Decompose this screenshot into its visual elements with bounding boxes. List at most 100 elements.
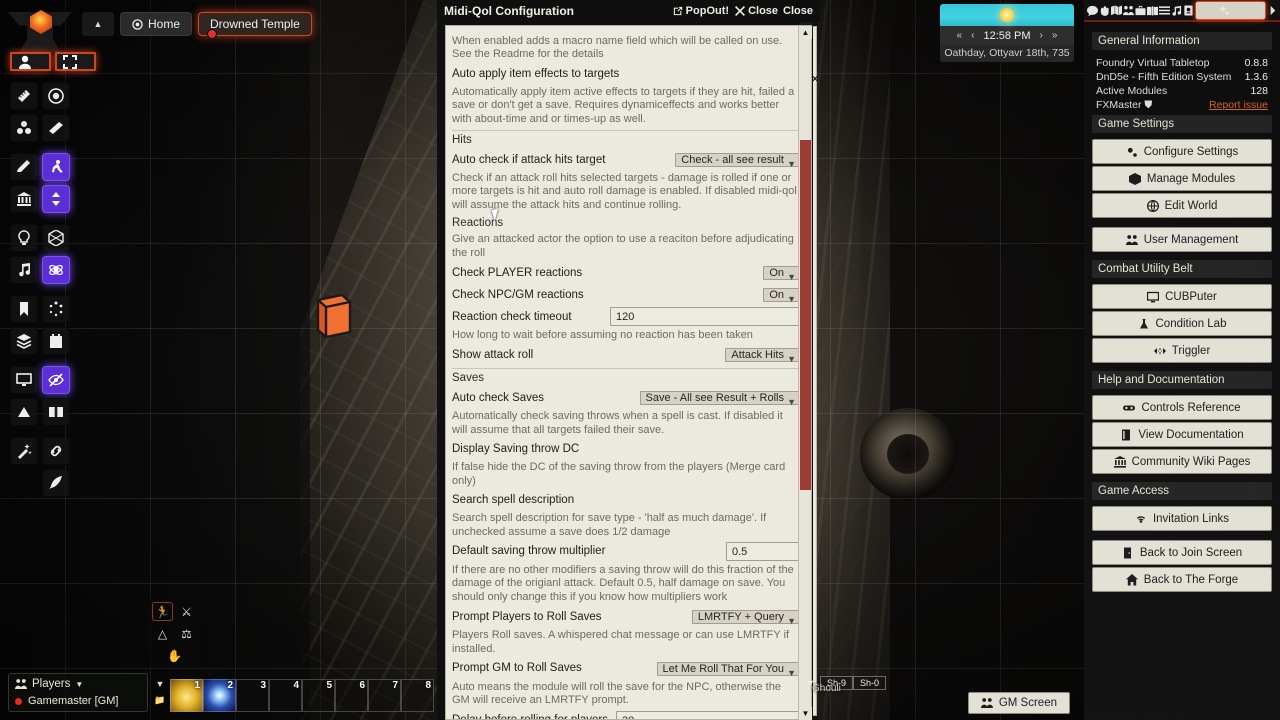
hotbar-slot-3[interactable]: 3 (236, 679, 269, 712)
book-token[interactable] (312, 292, 354, 340)
sidebar-tab-playlists[interactable] (1171, 1, 1182, 19)
calendar-clock-widget[interactable]: « ‹ 12:58 PM › » Oathday, Ottyavr 18th, … (940, 4, 1074, 62)
tool-measure-template[interactable] (10, 82, 38, 110)
foundry-logo[interactable] (8, 4, 72, 56)
tool-drawing[interactable] (10, 153, 38, 181)
midi-qol-settings-form[interactable]: When enabled adds a macro name field whi… (446, 26, 811, 719)
sidebar-tab-journal[interactable] (1146, 1, 1158, 19)
setting-select[interactable]: Attack Hits ▼ (725, 348, 801, 364)
token-hud-effects-icon[interactable]: ⚖ (176, 624, 197, 643)
tool-layers[interactable] (10, 327, 38, 355)
tool-token-controls[interactable] (10, 52, 51, 71)
dialog-title-bar[interactable]: Midi-Qol Configuration PopOut! Close Clo… (437, 0, 820, 22)
hotbar-slot-1[interactable]: 1 (170, 679, 203, 712)
clock-forward-button[interactable]: › (1040, 30, 1043, 41)
nav-collapse-button[interactable]: ▲ (82, 12, 114, 36)
tool-target[interactable] (42, 82, 70, 110)
sidebar-button-triggler[interactable]: Triggler (1092, 338, 1272, 363)
tool-vision-off[interactable] (42, 366, 70, 394)
setting-text-input[interactable]: 30 (616, 710, 801, 719)
setting-select[interactable]: On ▼ (763, 266, 801, 282)
hotbar-slot-2[interactable]: 2 (203, 679, 236, 712)
sidebar-button-condition-lab[interactable]: Condition Lab (1092, 311, 1272, 336)
tool-elevation[interactable] (42, 185, 70, 213)
macro-hotbar[interactable]: ▼ 📁 1 2 3 4 5 6 7 8 (150, 679, 434, 712)
tool-select-target[interactable] (55, 52, 96, 71)
sidebar-button-edit-world[interactable]: Edit World (1092, 193, 1272, 218)
clock-back-fast-button[interactable]: « (957, 30, 963, 41)
setting-text-input[interactable]: 120 (610, 307, 801, 327)
sidebar-button-community-wiki-pages[interactable]: Community Wiki Pages (1092, 449, 1272, 474)
hotbar-collapse-icon[interactable]: ▼ (156, 679, 165, 689)
player-row[interactable]: Gamemaster [GM] (15, 695, 141, 707)
setting-select[interactable]: Let Me Roll That For You ▼ (656, 661, 801, 678)
sidebar-button-back-to-the-forge[interactable]: Back to The Forge (1092, 567, 1272, 592)
hotbar-slot-4[interactable]: 4 (269, 679, 302, 712)
sidebar-sections[interactable]: Game Settings Configure Settings Manage Mo… (1092, 115, 1272, 592)
token-hud-target-icon[interactable]: △ (152, 624, 173, 643)
sidebar-tab-combat[interactable] (1099, 1, 1110, 19)
token-hud-combat-icon[interactable]: ⚔ (176, 602, 197, 621)
sidebar-tab-more[interactable] (1267, 1, 1278, 19)
close-button[interactable]: Close (735, 5, 778, 17)
tool-link[interactable] (42, 437, 70, 465)
tool-notes[interactable] (10, 185, 38, 213)
setting-select[interactable]: On ▼ (763, 288, 801, 304)
hotbar-slots[interactable]: 1 2 3 4 5 6 7 8 (170, 679, 434, 712)
sidebar-tab-scenes[interactable] (1110, 1, 1122, 19)
close-button-2[interactable]: Close (783, 5, 813, 17)
tool-ruler[interactable] (42, 114, 70, 142)
scene-tab-active[interactable]: Drowned Temple (198, 12, 312, 39)
sidebar-tab-compendium[interactable] (1183, 1, 1194, 19)
token-hud-run-icon[interactable]: 🏃 (152, 602, 173, 621)
token-hud[interactable]: 🏃 ⚔ △ ⚖ ✋ (148, 598, 200, 668)
hotbar-slot-6[interactable]: 6 (335, 679, 368, 712)
tool-sounds[interactable] (10, 256, 38, 284)
clock-back-button[interactable]: ‹ (971, 30, 974, 41)
setting-text-input[interactable]: 0.5 (726, 541, 801, 561)
sidebar-button-manage-modules[interactable]: Manage Modules (1092, 166, 1272, 191)
tool-magic-wand[interactable] (10, 437, 38, 465)
tool-tiles[interactable] (10, 114, 38, 142)
tool-terrain[interactable] (10, 398, 38, 426)
tool-lighting[interactable] (10, 224, 38, 252)
sidebar-button-view-documentation[interactable]: View Documentation (1092, 422, 1272, 447)
scrollbar-thumb[interactable] (800, 140, 811, 490)
sidebar-button-invitation-links[interactable]: Invitation Links (1092, 506, 1272, 531)
clock-forward-fast-button[interactable]: » (1052, 30, 1058, 41)
sidebar-tabs[interactable] (1084, 0, 1280, 22)
sidebar-button-configure-settings[interactable]: Configure Settings (1092, 139, 1272, 164)
midi-qol-dialog[interactable]: Midi-Qol Configuration PopOut! Close Clo… (437, 0, 820, 720)
tool-dice[interactable] (42, 224, 70, 252)
hotbar-slot-7[interactable]: 7 (368, 679, 401, 712)
sidebar-tab-tables[interactable] (1158, 1, 1170, 19)
scroll-down-arrow-icon[interactable]: ▼ (799, 707, 812, 720)
clock-controls[interactable]: « ‹ 12:58 PM › » (940, 26, 1074, 45)
scene-tab-home[interactable]: Home (120, 12, 193, 36)
sidebar-tab-chat[interactable] (1086, 1, 1098, 19)
sidebar-button-user-management[interactable]: User Management (1092, 227, 1272, 252)
sidebar-tab-items[interactable] (1134, 1, 1146, 19)
left-toolbar[interactable] (10, 52, 96, 501)
token-hud-hand-icon[interactable]: ✋ (152, 646, 197, 665)
popout-button[interactable]: PopOut! (673, 5, 729, 17)
chevron-down-icon[interactable]: ▼ (75, 680, 83, 689)
hotbar-folder-icon[interactable]: 📁 (154, 695, 165, 706)
tool-quill[interactable] (42, 469, 70, 497)
gm-screen-button[interactable]: GM Screen (967, 692, 1070, 714)
scene-navigation-bar[interactable]: ▲ Home Drowned Temple (82, 12, 312, 39)
scroll-up-arrow-icon[interactable]: ▲ (799, 26, 812, 39)
hotbar-side-controls[interactable]: ▼ 📁 (150, 679, 170, 712)
tool-monitor[interactable] (10, 366, 38, 394)
sheet-tab-1[interactable]: Sh-0 (853, 676, 887, 690)
tool-journal[interactable] (10, 295, 38, 323)
setting-select[interactable]: Save - All see Result + Rolls ▼ (639, 391, 801, 407)
sidebar-button-controls-reference[interactable]: Controls Reference (1092, 395, 1272, 420)
sidebar-tab-actors[interactable] (1122, 1, 1134, 19)
tool-scene-navigation[interactable] (42, 398, 70, 426)
tool-effects[interactable] (42, 256, 70, 284)
general-info-value[interactable]: Report issue (1209, 99, 1268, 112)
sidebar-button-cubputer[interactable]: CUBPuter (1092, 284, 1272, 309)
tool-walls[interactable] (42, 153, 70, 181)
setting-select[interactable]: LMRTFY + Query ▼ (691, 610, 801, 626)
